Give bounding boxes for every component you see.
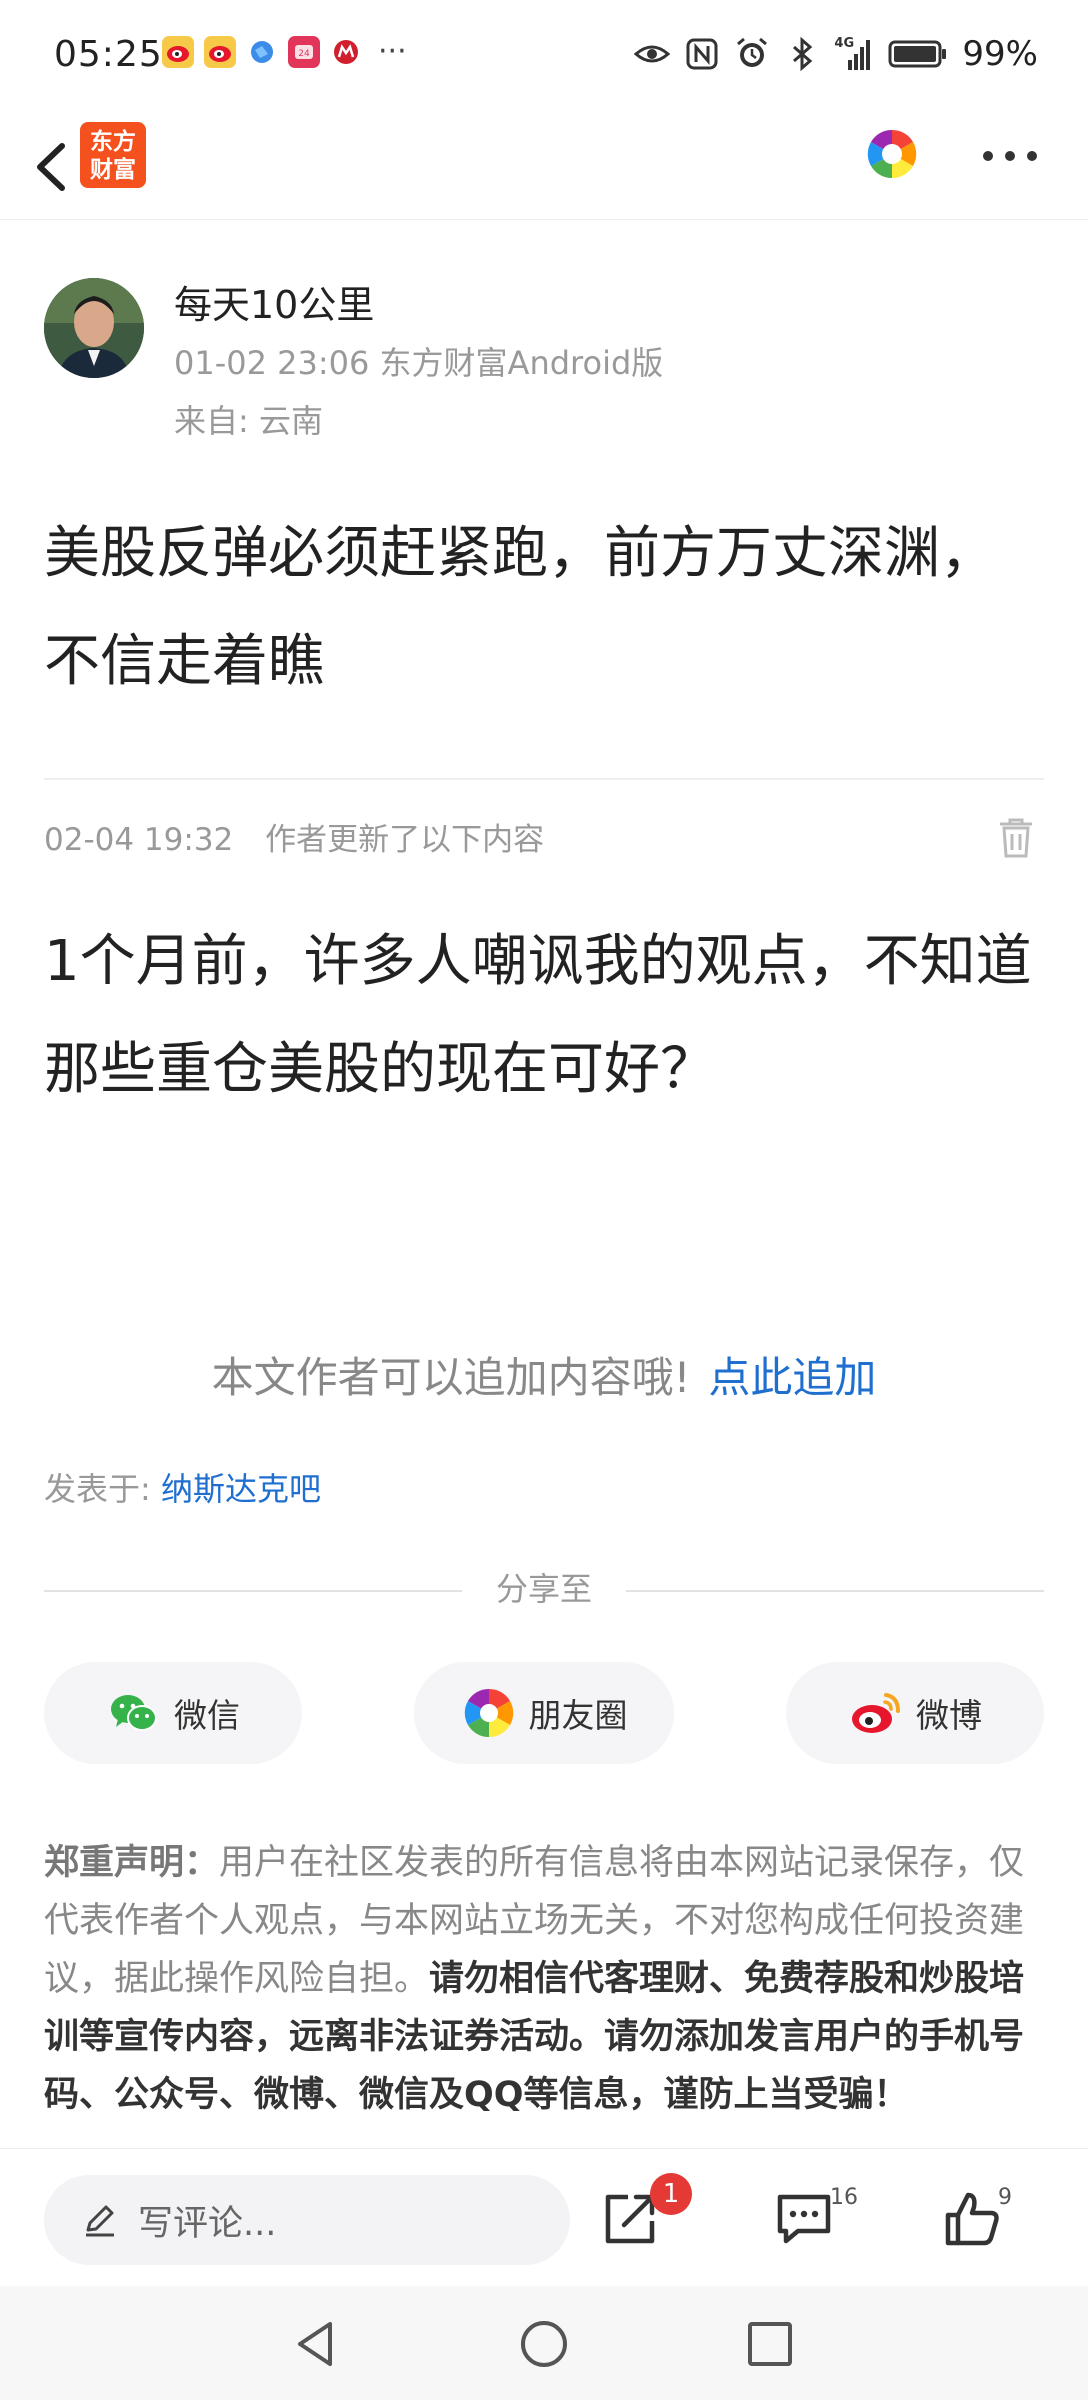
- disclaimer-heading: 郑重声明：: [44, 1843, 220, 1883]
- battery-icon: [888, 40, 947, 68]
- system-nav-bar: [0, 2286, 1088, 2400]
- post-location: 来自: 云南: [174, 402, 323, 440]
- wechat-icon: [111, 1695, 157, 1731]
- app-logo[interactable]: 东方财富: [80, 122, 146, 188]
- share-wechat-button[interactable]: 微信: [44, 1662, 302, 1764]
- more-notifications: ···: [378, 34, 407, 69]
- moments-icon: [464, 1688, 513, 1738]
- post-meta: 01-02 23:06 东方财富Android版: [174, 344, 664, 382]
- weibo-notification-icon-2: [204, 36, 236, 68]
- moments-share-icon[interactable]: [866, 128, 918, 180]
- posted-in: 发表于: 纳斯达克吧: [44, 1464, 321, 1510]
- share-badge: 1: [650, 2173, 692, 2215]
- nav-home-icon[interactable]: [516, 2316, 572, 2372]
- append-prompt: 本文作者可以追加内容哦! 点此追加: [0, 1344, 1088, 1405]
- trash-icon[interactable]: [996, 816, 1036, 860]
- browser-notification-icon: [246, 36, 278, 68]
- divider: [44, 778, 1044, 780]
- share-weibo-button[interactable]: 微博: [786, 1662, 1044, 1764]
- share-weibo-label: 微博: [916, 1696, 982, 1735]
- weibo-notification-icon: [162, 36, 194, 68]
- bank-notification-icon: [330, 36, 362, 68]
- nav-recents-icon[interactable]: [742, 2316, 798, 2372]
- nav-back-icon[interactable]: [288, 2316, 344, 2372]
- like-icon[interactable]: [940, 2187, 1004, 2251]
- update-time: 02-04 19:32: [44, 822, 234, 858]
- back-button[interactable]: [22, 132, 86, 202]
- share-wechat-label: 微信: [174, 1696, 240, 1735]
- comment-icon[interactable]: [772, 2187, 836, 2251]
- nfc-icon: [686, 38, 718, 70]
- comment-count: 16: [830, 2185, 858, 2210]
- share-moments-button[interactable]: 朋友圈: [414, 1662, 674, 1764]
- notification-icons: 24 ···: [162, 36, 407, 68]
- share-title: 分享至: [495, 1570, 592, 1608]
- more-options-icon[interactable]: [980, 146, 1040, 166]
- weibo-icon: [852, 1693, 900, 1733]
- svg-text:24: 24: [298, 49, 310, 59]
- status-bar: 05:25 24 ··· 4G 99%: [0, 0, 1088, 112]
- bluetooth-icon: [793, 36, 813, 72]
- disclaimer: 郑重声明：用户在社区发表的所有信息将由本网站记录保存，仅代表作者个人观点，与本网…: [44, 1834, 1046, 2136]
- pencil-icon: [86, 2205, 114, 2237]
- append-text: 本文作者可以追加内容哦!: [211, 1353, 691, 1402]
- update-body: 1个月前，许多人嘲讽我的观点，不知道那些重仓美股的现在可好？: [44, 929, 1032, 1102]
- author-avatar[interactable]: [44, 278, 144, 378]
- eye-icon: [634, 45, 671, 63]
- forum-link[interactable]: 纳斯达克吧: [161, 1470, 321, 1508]
- battery-percentage: 99%: [962, 34, 1038, 74]
- share-divider-right: [626, 1590, 1044, 1592]
- shopping-notification-icon: 24: [288, 36, 320, 68]
- post-title: 美股反弹必须赶紧跑，前方万丈深渊，不信走着瞧: [44, 521, 996, 694]
- share-moments-label: 朋友圈: [528, 1696, 628, 1735]
- status-time: 05:25: [54, 34, 163, 75]
- like-count: 9: [998, 2185, 1012, 2210]
- alarm-icon: [737, 37, 768, 67]
- top-header: 东方财富: [0, 112, 1088, 220]
- update-label: 作者更新了以下内容: [265, 822, 545, 858]
- update-header: 02-04 19:32 作者更新了以下内容: [44, 814, 1044, 858]
- author-name[interactable]: 每天10公里: [174, 274, 374, 329]
- signal-icon: 4G: [834, 36, 874, 72]
- comment-input[interactable]: 写评论...: [44, 2175, 570, 2265]
- bottom-action-bar: 写评论... 1 16 9: [0, 2148, 1088, 2286]
- append-link[interactable]: 点此追加: [708, 1353, 876, 1402]
- posted-in-label: 发表于:: [44, 1470, 151, 1508]
- status-right: 4G 99%: [634, 34, 1038, 74]
- comment-placeholder: 写评论...: [138, 2203, 277, 2244]
